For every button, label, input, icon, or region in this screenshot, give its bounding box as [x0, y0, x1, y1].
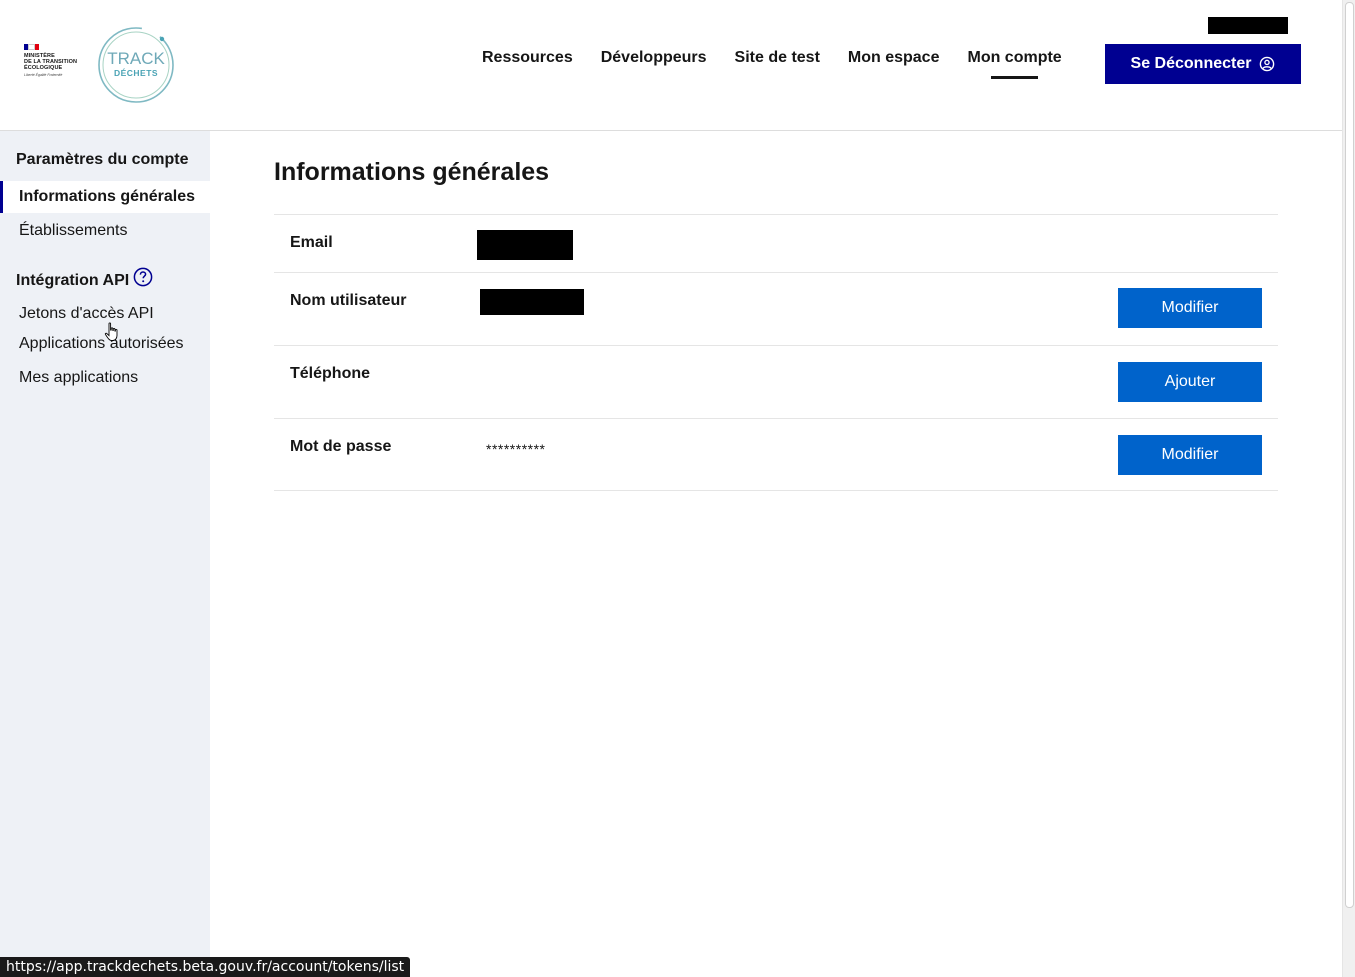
password-label: Mot de passe	[290, 438, 392, 455]
phone-label: Téléphone	[290, 365, 371, 382]
main-nav: Ressources Développeurs Site de test Mon…	[482, 49, 1090, 79]
nav-site-de-test[interactable]: Site de test	[735, 49, 820, 67]
info-row-phone: Téléphone Ajouter	[274, 345, 1278, 418]
redacted-user-name	[1208, 17, 1288, 34]
info-row-username: Nom utilisateur Modifier	[274, 272, 1278, 345]
page-title: Informations générales	[274, 158, 550, 186]
modify-password-button[interactable]: Modifier	[1118, 435, 1262, 475]
ministry-name: MINISTÈRE DE LA TRANSITION ÉCOLOGIQUE	[24, 53, 78, 71]
nav-ressources[interactable]: Ressources	[482, 49, 573, 67]
add-phone-button[interactable]: Ajouter	[1118, 362, 1262, 402]
user-circle-icon	[1260, 56, 1275, 72]
nav-mon-espace[interactable]: Mon espace	[848, 49, 940, 67]
nav-mon-compte[interactable]: Mon compte	[967, 49, 1062, 79]
sidebar-item-etablissements[interactable]: Établissements	[0, 215, 210, 247]
redacted-username-value	[480, 289, 584, 315]
french-flag-icon	[24, 44, 39, 50]
sidebar-section-api: Intégration API	[16, 267, 153, 290]
ministry-logo[interactable]: MINISTÈRE DE LA TRANSITION ÉCOLOGIQUE Li…	[24, 44, 84, 77]
help-circle-icon[interactable]	[133, 267, 153, 287]
site-header: MINISTÈRE DE LA TRANSITION ÉCOLOGIQUE Li…	[0, 0, 1342, 131]
password-value: **********	[486, 441, 546, 457]
nav-developpeurs[interactable]: Développeurs	[601, 49, 707, 67]
ministry-motto: Liberté Égalité Fraternité	[24, 73, 63, 77]
redacted-email-value	[477, 230, 573, 260]
sidebar-section-api-label: Intégration API	[16, 272, 130, 289]
modify-username-button[interactable]: Modifier	[1118, 288, 1262, 328]
logout-label: Se Déconnecter	[1130, 55, 1252, 72]
page-scrollbar[interactable]	[1342, 0, 1355, 977]
email-label: Email	[290, 234, 333, 251]
username-label: Nom utilisateur	[290, 292, 407, 309]
sidebar-section-account: Paramètres du compte	[16, 151, 189, 168]
logout-button[interactable]: Se Déconnecter	[1105, 44, 1301, 84]
sidebar-item-informations-generales[interactable]: Informations générales	[0, 181, 210, 213]
logo-text-track: TRACK	[107, 49, 165, 68]
info-row-password: Mot de passe ********** Modifier	[274, 418, 1278, 491]
info-row-email: Email	[274, 214, 1278, 272]
account-sidebar: Paramètres du compte Informations généra…	[0, 131, 210, 977]
hand-pointer-cursor-icon	[104, 322, 118, 341]
logo-text-dechets: DÉCHETS	[113, 68, 159, 78]
browser-status-url: https://app.trackdechets.beta.gouv.fr/ac…	[0, 957, 411, 977]
trackdechets-logo[interactable]: TRACK DÉCHETS	[96, 25, 176, 105]
sidebar-item-mes-applications[interactable]: Mes applications	[0, 362, 210, 394]
general-info-table: Email Nom utilisateur Modifier Téléphone…	[274, 214, 1278, 491]
scrollbar-thumb[interactable]	[1345, 2, 1354, 908]
